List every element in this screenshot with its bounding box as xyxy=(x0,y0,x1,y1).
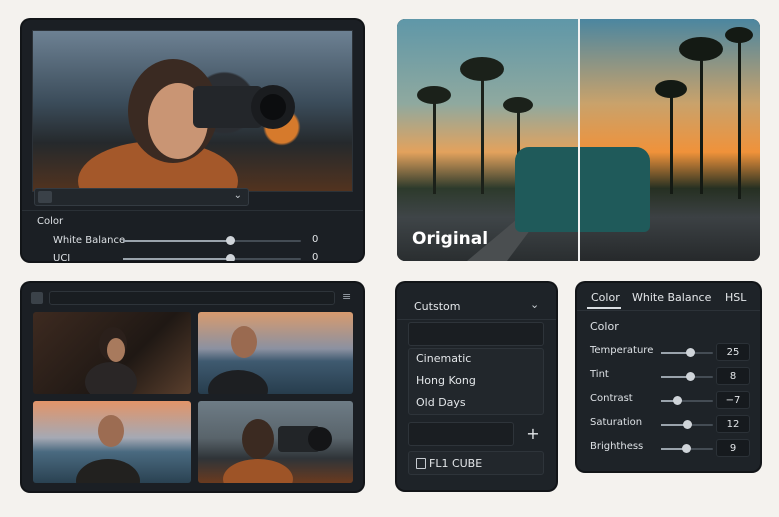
slider-label-uci: UCI xyxy=(53,253,71,261)
thumbnail-illustration xyxy=(223,419,332,483)
preset-item[interactable]: Old Days xyxy=(416,396,466,409)
section-title: Color xyxy=(37,216,64,227)
slider-label-temperature: Temperature xyxy=(590,345,654,356)
slider-label-white-balance: White Balance xyxy=(53,235,126,246)
thumbnail-1[interactable] xyxy=(33,312,191,394)
section-title: Color xyxy=(590,320,619,333)
preset-dropdown-value[interactable]: Cutstom xyxy=(414,300,460,313)
slider-knob[interactable] xyxy=(225,236,235,245)
brighthess-slider[interactable] xyxy=(661,444,713,453)
slider-knob[interactable] xyxy=(225,254,235,261)
chevron-down-icon[interactable]: ⌄ xyxy=(530,298,539,311)
divider xyxy=(22,210,363,211)
thumbnail-3[interactable] xyxy=(33,401,191,483)
brighthess-value[interactable]: 9 xyxy=(716,439,750,457)
lut-presets-panel: Cutstom ⌄ Cinematic Hong Kong Old Days +… xyxy=(397,283,556,490)
white-balance-slider[interactable] xyxy=(123,236,301,245)
saturation-value[interactable]: 12 xyxy=(716,415,750,433)
slider-label-saturation: Saturation xyxy=(590,417,643,428)
hamburger-menu-icon[interactable]: ≡ xyxy=(342,290,351,303)
thumbnail-4[interactable] xyxy=(198,401,353,483)
divider xyxy=(397,319,556,320)
tab-color[interactable]: Color xyxy=(591,291,620,304)
lut-name-input[interactable] xyxy=(408,422,514,446)
vintage-car xyxy=(515,147,650,232)
source-select[interactable]: ⌄ xyxy=(34,188,249,206)
slider-knob[interactable] xyxy=(681,444,691,453)
lut-file-name: FL1 CUBE xyxy=(429,457,483,470)
slider-knob[interactable] xyxy=(685,372,695,381)
thumbnail-2[interactable] xyxy=(198,312,353,394)
slider-knob[interactable] xyxy=(672,396,682,405)
color-editor-panel: ⌄ Color White Balance 0 UCI 0 xyxy=(22,20,363,261)
slider-label-brighthess: Brighthess xyxy=(590,441,644,452)
slider-knob[interactable] xyxy=(683,420,692,429)
camera-operator-illustration xyxy=(78,59,295,191)
contrast-slider[interactable] xyxy=(661,396,713,405)
video-preview xyxy=(32,30,353,192)
media-browser-panel: ≡ xyxy=(22,283,363,491)
uci-value[interactable]: 0 xyxy=(312,249,346,261)
tint-value[interactable]: 8 xyxy=(716,367,750,385)
divider xyxy=(577,310,760,311)
temperature-slider[interactable] xyxy=(661,348,713,357)
active-tab-indicator xyxy=(587,307,621,309)
saturation-slider[interactable] xyxy=(661,420,713,429)
search-input[interactable] xyxy=(49,291,335,305)
layout-icon xyxy=(38,191,52,203)
file-icon[interactable] xyxy=(31,292,43,304)
tab-hsl[interactable]: HSL xyxy=(725,291,746,304)
thumbnail-illustration xyxy=(76,415,140,483)
chevron-down-icon: ⌄ xyxy=(233,190,242,201)
add-button[interactable]: + xyxy=(521,422,545,446)
tint-slider[interactable] xyxy=(661,372,713,381)
color-adjustments-panel: Color White Balance HSL Color Temperatur… xyxy=(577,283,760,471)
preset-item[interactable]: Hong Kong xyxy=(416,374,476,387)
uci-slider[interactable] xyxy=(123,254,301,261)
temperature-value[interactable]: 25 xyxy=(716,343,750,361)
slider-label-tint: Tint xyxy=(590,369,609,380)
slider-label-contrast: Contrast xyxy=(590,393,633,404)
slider-fill xyxy=(123,258,230,260)
tab-white-balance[interactable]: White Balance xyxy=(632,291,711,304)
file-icon xyxy=(416,458,426,469)
thumbnail-illustration xyxy=(85,327,137,394)
white-balance-value[interactable]: 0 xyxy=(312,231,346,249)
original-label: Original xyxy=(412,229,489,249)
contrast-value[interactable]: −7 xyxy=(716,391,750,409)
slider-fill xyxy=(123,240,230,242)
thumbnail-illustration xyxy=(208,326,268,394)
comparison-slider-handle[interactable] xyxy=(578,19,580,261)
preset-search-input[interactable] xyxy=(408,322,544,346)
preset-item[interactable]: Cinematic xyxy=(416,352,471,365)
before-after-comparison: Original xyxy=(397,19,760,261)
lut-file-row[interactable]: FL1 CUBE xyxy=(408,451,544,475)
slider-knob[interactable] xyxy=(685,348,695,357)
